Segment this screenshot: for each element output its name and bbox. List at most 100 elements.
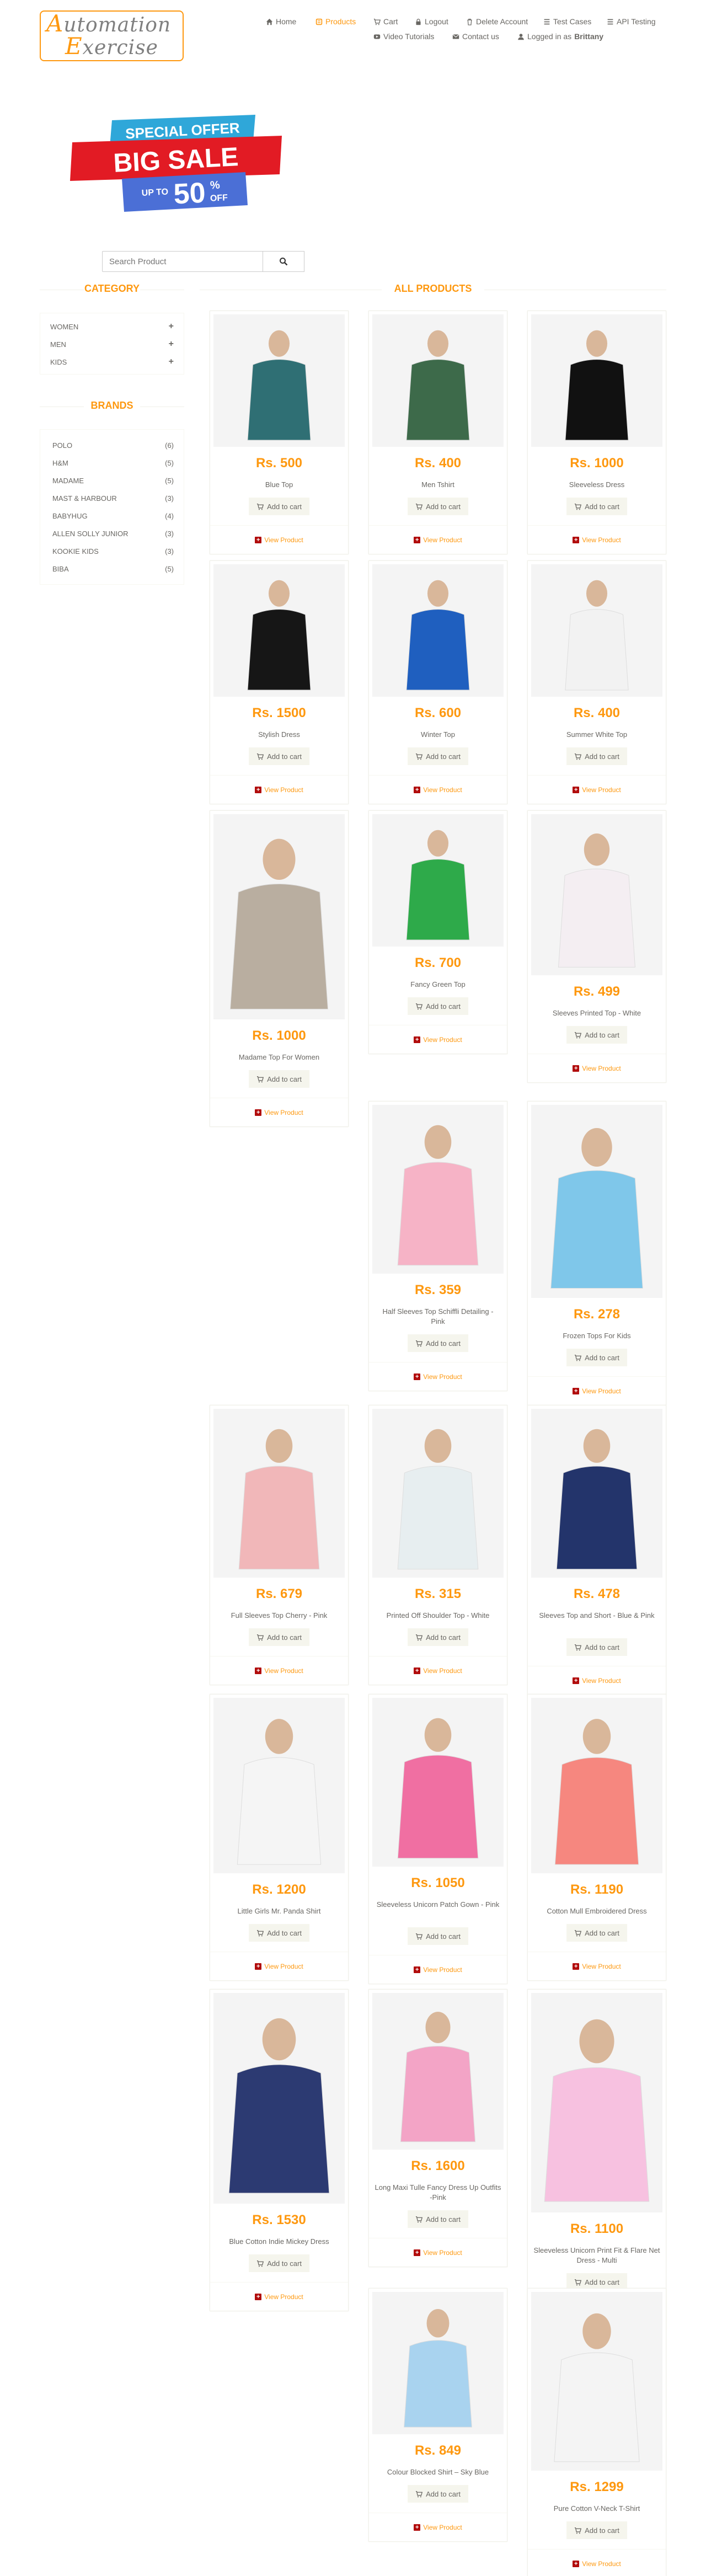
brand-item[interactable]: MADAME (5) — [40, 472, 184, 489]
plus-square-icon: + — [573, 1677, 580, 1684]
add-to-cart-button[interactable]: Add to cart — [566, 1026, 627, 1044]
nav-test-cases[interactable]: Test Cases — [543, 17, 591, 26]
view-product-link[interactable]: +View Product — [528, 536, 666, 544]
search-icon — [280, 258, 288, 266]
add-to-cart-label: Add to cart — [267, 752, 302, 761]
nav-logout-label: Logout — [425, 17, 448, 26]
product-image — [372, 814, 504, 947]
user-icon — [518, 33, 524, 40]
view-product-link[interactable]: +View Product — [369, 536, 507, 544]
plus-square-icon: + — [255, 1109, 262, 1116]
view-product-link[interactable]: +View Product — [369, 2249, 507, 2257]
view-product-link[interactable]: +View Product — [369, 2524, 507, 2531]
plus-square-icon: + — [255, 537, 262, 543]
nav-products[interactable]: Products — [315, 17, 356, 26]
add-to-cart-button[interactable]: Add to cart — [408, 1334, 468, 1352]
divider — [528, 1376, 666, 1377]
nav-logged-in: Logged in as Brittany — [517, 32, 603, 41]
view-product-link[interactable]: +View Product — [210, 2293, 348, 2301]
product-card: Rs. 478 Sleeves Top and Short - Blue & P… — [527, 1405, 666, 1695]
view-product-link[interactable]: +View Product — [528, 2560, 666, 2568]
category-men[interactable]: MEN + — [40, 335, 184, 353]
product-price: Rs. 1190 — [570, 1882, 624, 1897]
view-product-link[interactable]: +View Product — [210, 1963, 348, 1970]
product-price: Rs. 278 — [573, 1307, 621, 1322]
view-product-link[interactable]: +View Product — [369, 1373, 507, 1381]
add-to-cart-button[interactable]: Add to cart — [249, 1924, 309, 1942]
add-to-cart-button[interactable]: Add to cart — [566, 2521, 627, 2539]
add-to-cart-button[interactable]: Add to cart — [408, 2485, 468, 2503]
product-image — [531, 2292, 662, 2471]
brand-item[interactable]: KOOKIE KIDS (3) — [40, 542, 184, 560]
brand-item[interactable]: ALLEN SOLLY JUNIOR (3) — [40, 525, 184, 542]
add-to-cart-button[interactable]: Add to cart — [566, 498, 627, 515]
brand-item[interactable]: H&M (5) — [40, 454, 184, 472]
view-product-link[interactable]: +View Product — [528, 1677, 666, 1685]
cart-icon — [256, 1634, 264, 1640]
add-to-cart-button[interactable]: Add to cart — [408, 997, 468, 1015]
brand-item[interactable]: BIBA (5) — [40, 560, 184, 578]
nav-home[interactable]: Home — [266, 17, 296, 26]
site-logo[interactable]: Automation Exercise — [40, 10, 184, 61]
product-price: Rs. 478 — [573, 1586, 621, 1601]
product-name: Pure Cotton V-Neck T-Shirt — [553, 2504, 640, 2513]
view-product-label: View Product — [423, 2524, 462, 2531]
add-to-cart-button[interactable]: Add to cart — [408, 1628, 468, 1646]
view-product-link[interactable]: +View Product — [528, 1963, 666, 1970]
lock-icon — [416, 18, 421, 25]
nav-logout[interactable]: Logout — [415, 17, 448, 26]
add-to-cart-button[interactable]: Add to cart — [408, 498, 468, 515]
view-product-link[interactable]: +View Product — [210, 786, 348, 794]
add-to-cart-button[interactable]: Add to cart — [249, 1628, 309, 1646]
view-product-link[interactable]: +View Product — [369, 786, 507, 794]
view-product-link[interactable]: +View Product — [210, 536, 348, 544]
category-kids[interactable]: KIDS + — [40, 353, 184, 371]
view-product-link[interactable]: +View Product — [369, 1036, 507, 1044]
nav-delete-account[interactable]: Delete Account — [466, 17, 528, 26]
brand-item[interactable]: BABYHUG (4) — [40, 507, 184, 525]
brand-item[interactable]: POLO (6) — [40, 436, 184, 454]
plus-icon: + — [168, 322, 174, 331]
product-image — [531, 1993, 662, 2212]
nav-cart[interactable]: Cart — [373, 17, 398, 26]
add-to-cart-button[interactable]: Add to cart — [566, 1349, 627, 1366]
view-product-link[interactable]: +View Product — [369, 1966, 507, 1974]
product-image — [372, 564, 504, 697]
view-product-link[interactable]: +View Product — [528, 1065, 666, 1072]
cart-icon — [415, 1933, 423, 1939]
product-card: Rs. 679 Full Sleeves Top Cherry - Pink A… — [210, 1405, 349, 1685]
view-product-link[interactable]: +View Product — [210, 1109, 348, 1116]
view-product-link[interactable]: +View Product — [528, 1387, 666, 1395]
search-input[interactable] — [102, 251, 264, 272]
product-card: Rs. 1190 Cotton Mull Embroidered Dress A… — [527, 1694, 666, 1981]
add-to-cart-button[interactable]: Add to cart — [408, 2210, 468, 2228]
product-price: Rs. 679 — [255, 1586, 303, 1601]
category-women[interactable]: WOMEN + — [40, 318, 184, 335]
search-button[interactable] — [263, 251, 304, 272]
brand-item[interactable]: MAST & HARBOUR (3) — [40, 489, 184, 507]
trash-icon — [467, 18, 472, 25]
add-to-cart-button[interactable]: Add to cart — [408, 1927, 468, 1945]
add-to-cart-button[interactable]: Add to cart — [249, 2254, 309, 2272]
nav-video-tutorials[interactable]: Video Tutorials — [373, 32, 434, 41]
view-product-link[interactable]: +View Product — [528, 786, 666, 794]
add-to-cart-button[interactable]: Add to cart — [249, 1070, 309, 1088]
product-price: Rs. 400 — [414, 456, 462, 471]
product-card: Rs. 400 Summer White Top Add to cart + Vi… — [527, 560, 666, 804]
add-to-cart-button[interactable]: Add to cart — [566, 747, 627, 765]
brand-name: POLO — [52, 441, 73, 450]
logo-text-2: xercise — [82, 36, 158, 59]
add-to-cart-button[interactable]: Add to cart — [249, 747, 309, 765]
add-to-cart-button[interactable]: Add to cart — [408, 747, 468, 765]
youtube-icon — [373, 34, 381, 39]
view-product-link[interactable]: +View Product — [210, 1667, 348, 1675]
add-to-cart-button[interactable]: Add to cart — [566, 1924, 627, 1942]
view-product-label: View Product — [582, 536, 621, 544]
nav-contact[interactable]: Contact us — [452, 32, 499, 41]
add-to-cart-button[interactable]: Add to cart — [249, 498, 309, 515]
nav-api-testing[interactable]: API Testing — [607, 17, 656, 26]
view-product-link[interactable]: +View Product — [369, 1667, 507, 1675]
plus-icon: + — [168, 357, 174, 366]
add-to-cart-button[interactable]: Add to cart — [566, 1638, 627, 1656]
view-product-label: View Product — [423, 1667, 462, 1675]
